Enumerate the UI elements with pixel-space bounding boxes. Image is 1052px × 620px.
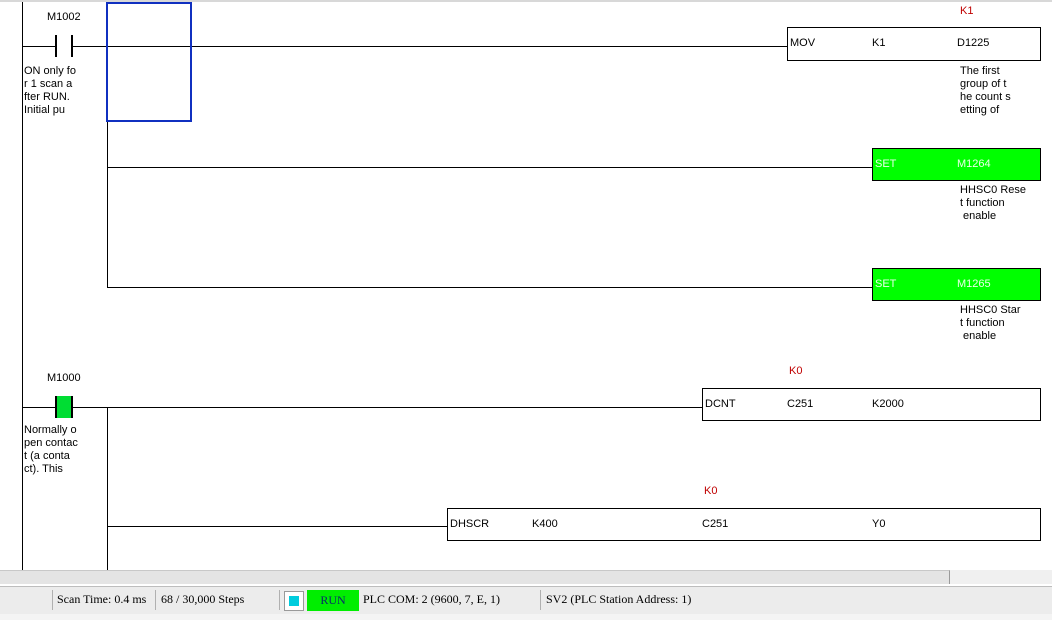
rung-wire: [73, 407, 703, 408]
left-power-rail: [22, 2, 23, 570]
instruction-mnemonic: DCNT: [705, 398, 736, 410]
scrollbar-corner: [950, 570, 1052, 584]
instruction-mnemonic: SET: [875, 278, 897, 290]
branch-wire: [107, 526, 448, 527]
instruction-box-set-m1264[interactable]: SET M1264: [872, 148, 1041, 181]
status-separator: [52, 590, 53, 610]
instruction-box-mov[interactable]: MOV K1 D1225: [787, 27, 1041, 61]
instruction-operand: D1225: [957, 37, 990, 49]
monitor-value: K0: [789, 365, 803, 377]
horizontal-scrollbar[interactable]: [0, 570, 950, 584]
rung-wire: [22, 407, 56, 408]
plc-com-status: PLC COM: 2 (9600, 7, E, 1): [363, 592, 501, 606]
scan-time: Scan Time: 0.4 ms: [57, 592, 147, 606]
device-comment: HHSC0 Rese t function enable: [960, 184, 1027, 222]
status-bar: Scan Time: 0.4 ms 68 / 30,000 Steps RUN …: [0, 586, 1052, 614]
run-indicator-icon: [284, 591, 304, 611]
instruction-operand: K2000: [872, 398, 904, 410]
instruction-operand: Y0: [872, 518, 886, 530]
window-bottom-edge: [0, 614, 1052, 620]
branch-wire: [107, 287, 873, 288]
contact-device-label: M1002: [47, 11, 81, 23]
instruction-box-set-m1265[interactable]: SET M1265: [872, 268, 1041, 301]
instruction-box-dhscr[interactable]: DHSCR K400 C251 Y0: [447, 508, 1041, 541]
instruction-operand: C251: [787, 398, 814, 410]
instruction-mnemonic: MOV: [790, 37, 816, 49]
device-comment: ON only fo r 1 scan a fter RUN. Initial …: [24, 65, 76, 116]
normally-open-contact[interactable]: [55, 35, 73, 57]
device-comment: HHSC0 Star t function enable: [960, 304, 1021, 342]
instruction-box-dcnt[interactable]: DCNT C251 K2000: [702, 388, 1041, 421]
energized-contact[interactable]: [55, 396, 73, 418]
ladder-diagram[interactable]: M1002 ON only fo r 1 scan a fter RUN. In…: [0, 0, 1052, 570]
instruction-operand: K400: [532, 518, 558, 530]
instruction-mnemonic: SET: [875, 158, 897, 170]
monitor-value: K0: [704, 485, 718, 497]
rung-wire: [22, 46, 56, 47]
station-address: SV2 (PLC Station Address: 1): [546, 592, 692, 606]
instruction-operand: M1265: [957, 278, 991, 290]
branch-wire: [107, 167, 873, 168]
contact-on-fill: [57, 396, 71, 418]
selection-cursor[interactable]: [106, 2, 192, 122]
branch-rail: [107, 407, 108, 570]
run-status-badge: RUN: [307, 590, 359, 611]
instruction-operand: K1: [872, 37, 886, 49]
device-comment: Normally o pen contac t (a conta ct). Th…: [24, 424, 78, 475]
status-separator: [155, 590, 156, 610]
instruction-operand: C251: [702, 518, 729, 530]
monitor-value: K1: [960, 5, 974, 17]
instruction-operand: M1264: [957, 158, 991, 170]
step-count: 68 / 30,000 Steps: [161, 592, 245, 606]
status-separator: [279, 590, 280, 610]
instruction-mnemonic: DHSCR: [450, 518, 490, 530]
device-comment: The first group of t he count s etting o…: [960, 65, 1011, 116]
contact-device-label: M1000: [47, 372, 81, 384]
status-separator: [540, 590, 541, 610]
